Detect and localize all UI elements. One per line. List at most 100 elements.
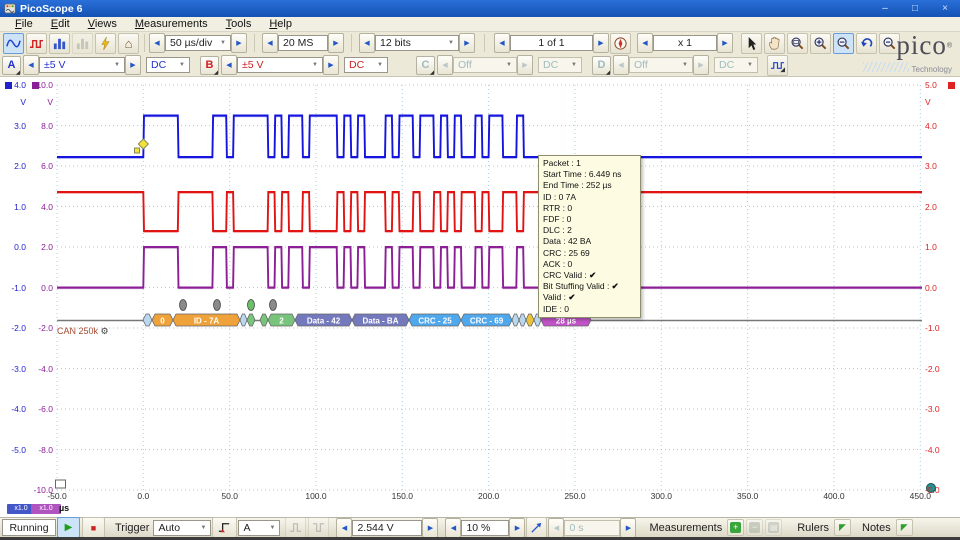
samples-down-button[interactable]: ◀ [262,33,278,53]
decode-segment[interactable] [519,314,526,326]
menu-bar: FileEditViewsMeasurementsToolsHelp [0,17,960,32]
channel-a-range-down[interactable]: ◀ [23,55,39,75]
decode-segment[interactable] [143,314,152,326]
menu-help[interactable]: Help [260,17,301,31]
app-icon [4,2,16,15]
maximize-button[interactable]: □ [900,0,930,17]
trigger-marker-icon[interactable] [526,517,547,538]
decode-segment[interactable] [526,314,534,326]
channel-c-range-select[interactable]: Off▼ [453,57,517,73]
resolution-down-button[interactable]: ◀ [359,33,375,53]
hand-icon[interactable] [764,33,785,54]
svg-text:Data - 42: Data - 42 [307,317,341,326]
channel-d-range-up: ▶ [693,55,709,75]
channel-a-group: A◢◀±5 V▼▶ DC▼ [0,55,190,75]
page-prev-button[interactable]: ◀ [494,33,510,53]
scope-canvas[interactable]: 0ID - 7A2Data - 42Data - BACRC - 25CRC -… [0,77,960,517]
channel-b-range-select[interactable]: ±5 V▼ [237,57,323,73]
channel-c-coupling-select[interactable]: DC▼ [538,57,582,73]
minimize-button[interactable]: – [870,0,900,17]
decode-segment[interactable] [240,314,247,326]
channel-b-button[interactable]: B◢ [200,56,219,75]
menu-file[interactable]: File [6,17,42,31]
decode-segment[interactable] [247,314,255,326]
stuff-bit-marker [270,300,277,311]
zoom-in-icon[interactable] [810,33,831,54]
channel-c-button[interactable]: C◢ [416,56,435,75]
page-next-button[interactable]: ▶ [593,33,609,53]
resolution-up-button[interactable]: ▶ [459,33,475,53]
axis-red-tick: 1.0 [925,242,953,252]
pretrigger-field[interactable]: 10 % [461,520,509,536]
svg-text:CRC - 25: CRC - 25 [418,317,452,326]
samples-up-button[interactable]: ▶ [328,33,344,53]
axis-red-tick: 2.0 [925,202,953,212]
timebase-prev-button[interactable]: ◀ [149,33,165,53]
pretrigger-up-button[interactable]: ▶ [509,518,525,538]
close-button[interactable]: × [930,0,960,17]
zoom-overview-icon[interactable] [56,480,66,488]
channel-a-range-up[interactable]: ▶ [125,55,141,75]
scope-mode-icon[interactable] [3,33,24,54]
pretrigger-stepper: ◀ 10 % ▶ [445,518,525,538]
stop-capture-button[interactable]: ■ [82,517,105,538]
logo-hatch [863,62,909,72]
trigger-source-select[interactable]: A▼ [238,520,280,536]
channel-b-range-down[interactable]: ◀ [221,55,237,75]
spectrum-mode-icon[interactable] [49,33,70,54]
decode-segment[interactable] [260,314,268,326]
serial-decode-channel-label[interactable]: CAN 250k ⚙ [57,326,109,337]
decoder-settings-gear-icon[interactable]: ⚙ [101,326,109,336]
time-axis-unit: µs [59,503,69,513]
timebase-select[interactable]: 50 µs/div▼ [165,35,231,51]
menu-edit[interactable]: Edit [42,17,79,31]
channel-d-coupling-select[interactable]: DC▼ [714,57,758,73]
pretrigger-down-button[interactable]: ◀ [445,518,461,538]
square-wave-mode-icon[interactable] [26,33,47,54]
trigger-level-field[interactable]: 2.544 V [352,520,422,536]
tooltip-row: FDF : 0 [543,214,636,225]
start-capture-button[interactable]: ▶ [57,517,80,538]
trigger-mode-select[interactable]: Auto▼ [153,520,211,536]
notes-handle-icon[interactable]: ◤ [896,519,913,536]
axis-zoom-badge[interactable]: x1.0 [31,504,61,514]
channel-a-button[interactable]: A◢ [2,56,21,75]
trigger-handle[interactable] [135,148,140,153]
channel-a-range-select[interactable]: ±5 V▼ [39,57,125,73]
menu-measurements[interactable]: Measurements [126,17,217,31]
zoom-factor-field[interactable]: x 1 [653,35,717,51]
channel-a-coupling-select[interactable]: DC▼ [146,57,190,73]
channel-d-button[interactable]: D◢ [592,56,611,75]
advanced-trigger-icon[interactable] [212,517,237,538]
zoom-window-icon[interactable] [787,33,808,54]
trigger-level-up-button[interactable]: ▶ [422,518,438,538]
time-axis-tick: 400.0 [812,491,856,501]
axis-red-tick: 3.0 [925,161,953,171]
channel-d-range-select[interactable]: Off▼ [629,57,693,73]
axis-red-tick: -2.0 [925,364,953,374]
menu-views[interactable]: Views [79,17,126,31]
resolution-select[interactable]: 12 bits▼ [375,35,459,51]
timebase-next-button[interactable]: ▶ [231,33,247,53]
add-measurement-icon[interactable]: + [727,519,744,536]
trigger-level-down-button[interactable]: ◀ [336,518,352,538]
probe-wizard-icon[interactable] [95,33,116,54]
channel-b-range-up[interactable]: ▶ [323,55,339,75]
decode-segment[interactable] [512,314,519,326]
menu-tools[interactable]: Tools [217,17,261,31]
zoom-in-step-button[interactable]: ▶ [717,33,733,53]
rulers-handle-icon[interactable]: ◤ [834,519,851,536]
pointer-icon[interactable] [741,33,762,54]
channel-b-coupling-select[interactable]: DC▼ [344,57,388,73]
samples-field[interactable]: 20 MS [278,35,328,51]
home-icon[interactable]: ⌂ [118,33,139,54]
axis-purple-tick: 4.0 [29,202,53,212]
zoom-out-step-button[interactable]: ◀ [637,33,653,53]
buffer-navigator-icon[interactable] [610,33,631,54]
delay-up-button[interactable]: ▶ [620,518,636,538]
page-field[interactable]: 1 of 1 [510,35,593,51]
time-axis-tick: 350.0 [726,491,770,501]
running-button[interactable]: Running [2,519,56,536]
digital-inputs-icon[interactable] [767,55,788,76]
edit-measurement-icon: ▤ [765,519,782,536]
